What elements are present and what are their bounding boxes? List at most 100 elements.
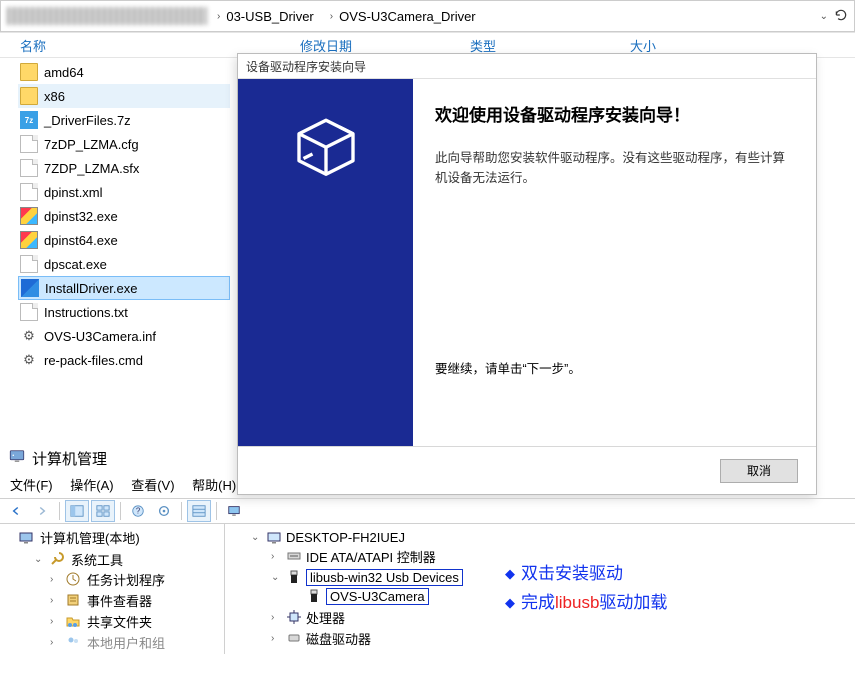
- expand-icon[interactable]: ›: [271, 633, 282, 644]
- computer-icon: [18, 530, 34, 546]
- device-cpu[interactable]: › 处理器: [271, 608, 345, 627]
- back-button[interactable]: [4, 500, 28, 522]
- diamond-icon: ◆: [505, 592, 515, 614]
- desktop-icon: [266, 530, 282, 546]
- device-cutoff[interactable]: › 磁盘驱动器: [271, 629, 371, 648]
- computer-management: 计算机管理 文件(F) 操作(A) 查看(V) 帮助(H) ? 计算机管理(本地…: [0, 445, 855, 654]
- file-name: amd64: [44, 65, 84, 80]
- collapse-icon[interactable]: ⌄: [251, 532, 262, 543]
- mmc-left-tree[interactable]: 计算机管理(本地) ⌄ 系统工具: [0, 524, 225, 654]
- col-name[interactable]: 名称: [20, 36, 300, 55]
- device-computer[interactable]: ⌄ DESKTOP-FH2IUEJ: [251, 530, 405, 546]
- chevron-down-icon[interactable]: ⌄: [820, 11, 828, 22]
- breadcrumb-seg-2[interactable]: › OVS-U3Camera_Driver: [324, 5, 482, 27]
- device-ovs-camera[interactable]: · OVS-U3Camera: [291, 588, 429, 605]
- file-name: dpinst.xml: [44, 185, 103, 200]
- device-ide[interactable]: › IDE ATA/ATAPI 控制器: [271, 547, 436, 566]
- tree-root[interactable]: 计算机管理(本地): [18, 528, 140, 547]
- shared-folder-icon: [65, 613, 81, 629]
- toolbar-grid-icon[interactable]: [91, 500, 115, 522]
- file-row[interactable]: OVS-U3Camera.inf: [18, 324, 230, 348]
- col-date[interactable]: 修改日期: [300, 36, 470, 55]
- expand-icon[interactable]: ›: [271, 551, 282, 562]
- breadcrumb: › 03-USB_Driver › OVS-U3Camera_Driver ⌄: [0, 0, 855, 32]
- tree-cutoff[interactable]: › 本地用户和组: [50, 633, 165, 652]
- file-name: x86: [44, 89, 65, 104]
- mmc-toolbar: ?: [0, 498, 855, 524]
- exe-icon: [20, 231, 38, 249]
- installer-icon: [21, 279, 39, 297]
- cpu-icon: [286, 609, 302, 625]
- col-size[interactable]: 大小: [630, 36, 750, 55]
- file-name: InstallDriver.exe: [45, 281, 137, 296]
- mmc-title: 计算机管理: [0, 445, 855, 471]
- expand-icon[interactable]: ›: [50, 595, 61, 606]
- file-row[interactable]: dpinst.xml: [18, 180, 230, 204]
- forward-button[interactable]: [30, 500, 54, 522]
- device-libusb-group[interactable]: ⌄ libusb-win32 Usb Devices: [271, 569, 463, 586]
- expand-icon[interactable]: ›: [50, 637, 61, 648]
- file-icon: [20, 255, 38, 273]
- menu-action[interactable]: 操作(A): [70, 478, 113, 493]
- file-row[interactable]: Instructions.txt: [18, 300, 230, 324]
- collapse-icon[interactable]: ⌄: [271, 572, 282, 583]
- toolbar-list-icon[interactable]: [187, 500, 211, 522]
- file-name: 7ZDP_LZMA.sfx: [44, 161, 139, 176]
- file-row[interactable]: InstallDriver.exe: [18, 276, 230, 300]
- menu-view[interactable]: 查看(V): [131, 478, 174, 493]
- collapse-icon[interactable]: ⌄: [34, 554, 45, 565]
- breadcrumb-seg-1[interactable]: › 03-USB_Driver: [211, 5, 320, 27]
- file-row[interactable]: 7zDP_LZMA.cfg: [18, 132, 230, 156]
- tree-system-tools[interactable]: ⌄ 系统工具: [34, 550, 123, 569]
- col-type[interactable]: 类型: [470, 36, 630, 55]
- toolbar-panes-icon[interactable]: [65, 500, 89, 522]
- ovs-box: OVS-U3Camera: [326, 588, 429, 605]
- wizard-content: 欢迎使用设备驱动程序安装向导！ 此向导帮助您安装软件驱动程序。没有这些驱动程序，…: [413, 79, 816, 446]
- file-row[interactable]: re-pack-files.cmd: [18, 348, 230, 372]
- clock-icon: [65, 571, 81, 587]
- file-name: dpinst64.exe: [44, 233, 118, 248]
- computer-management-icon: [8, 447, 26, 469]
- toolbar-monitor-icon[interactable]: [222, 500, 246, 522]
- file-row[interactable]: dpscat.exe: [18, 252, 230, 276]
- tree-shared-folders[interactable]: › 共享文件夹: [50, 612, 152, 631]
- folder-icon: [20, 87, 38, 105]
- expand-icon[interactable]: ›: [271, 612, 282, 623]
- wizard-heading: 欢迎使用设备驱动程序安装向导！: [435, 101, 794, 126]
- menu-file[interactable]: 文件(F): [10, 478, 53, 493]
- explorer-body: amd64 x86 7z _DriverFiles.7z 7zDP_LZMA.cfg 7Z…: [0, 58, 855, 420]
- file-name: OVS-U3Camera.inf: [44, 329, 156, 344]
- file-list: amd64 x86 7z _DriverFiles.7z 7zDP_LZMA.cfg 7Z…: [0, 58, 230, 372]
- menu-help[interactable]: 帮助(H): [192, 478, 236, 493]
- mmc-menubar: 文件(F) 操作(A) 查看(V) 帮助(H): [0, 471, 855, 498]
- usb-icon: [286, 569, 302, 585]
- file-row[interactable]: dpinst32.exe: [18, 204, 230, 228]
- expand-icon[interactable]: ›: [50, 616, 61, 627]
- svg-text:?: ?: [136, 507, 141, 516]
- file-name: re-pack-files.cmd: [44, 353, 143, 368]
- users-icon: [65, 634, 81, 650]
- toolbar-help-icon[interactable]: ?: [126, 500, 150, 522]
- disk-icon: [286, 630, 302, 646]
- file-row[interactable]: 7ZDP_LZMA.sfx: [18, 156, 230, 180]
- tree-task-scheduler[interactable]: › 任务计划程序: [50, 570, 165, 589]
- archive-icon: 7z: [20, 111, 38, 129]
- folder-icon: [20, 63, 38, 81]
- exe-icon: [20, 207, 38, 225]
- expand-icon[interactable]: ›: [50, 574, 61, 585]
- annotations: ◆ 双击安装驱动 ◆ 完成libusb驱动加载: [505, 560, 667, 618]
- file-row[interactable]: 7z _DriverFiles.7z: [18, 108, 230, 132]
- refresh-icon[interactable]: [834, 8, 848, 25]
- annotation-line-1: ◆ 双击安装驱动: [505, 560, 667, 589]
- file-icon: [20, 183, 38, 201]
- device-tree[interactable]: ⌄ DESKTOP-FH2IUEJ › IDE ATA/ATAPI 控制器: [225, 524, 855, 654]
- event-icon: [65, 592, 81, 608]
- tools-icon: [49, 551, 65, 567]
- tree-event-viewer[interactable]: › 事件查看器: [50, 591, 152, 610]
- file-name: _DriverFiles.7z: [44, 113, 131, 128]
- toolbar-target-icon[interactable]: [152, 500, 176, 522]
- file-row[interactable]: dpinst64.exe: [18, 228, 230, 252]
- file-row[interactable]: amd64: [18, 60, 230, 84]
- wizard-sidebar: [238, 79, 413, 446]
- file-row[interactable]: x86: [18, 84, 230, 108]
